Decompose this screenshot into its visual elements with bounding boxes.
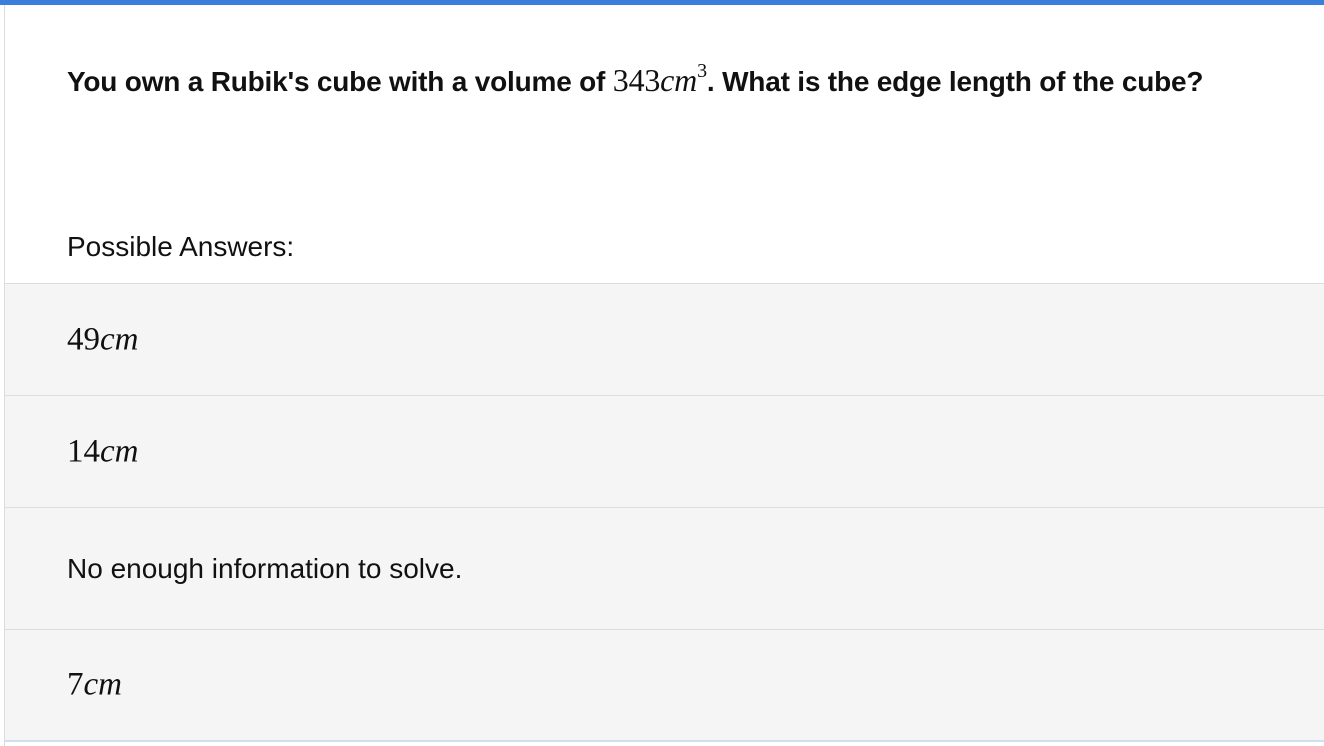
answer-option-1[interactable]: 49cm [5, 283, 1324, 395]
answer-option-3[interactable]: No enough information to solve. [5, 507, 1324, 629]
volume-exponent: 3 [697, 60, 707, 82]
possible-answers-label: Possible Answers: [67, 231, 295, 262]
answer-number: 14 [67, 433, 100, 469]
answer-option-label: No enough information to solve. [67, 552, 463, 584]
question-prefix: You own a Rubik's cube with a volume of [67, 66, 613, 97]
answer-option-label: 14cm [67, 433, 138, 470]
answer-unit: cm [100, 433, 139, 469]
answer-unit: cm [100, 321, 139, 357]
question-text: You own a Rubik's cube with a volume of … [67, 60, 1204, 100]
answer-option-label: 7cm [67, 667, 122, 704]
volume-number: 343 [612, 62, 661, 98]
answer-number: 49 [67, 321, 100, 357]
answer-option-4[interactable]: 7cm [5, 629, 1324, 742]
answer-option-2[interactable]: 14cm [5, 395, 1324, 507]
question-suffix: . What is the edge length of the cube? [706, 66, 1204, 97]
volume-unit: cm [660, 62, 698, 98]
answer-list: 49cm 14cm No enough information to solve… [5, 283, 1324, 742]
question-card: You own a Rubik's cube with a volume of … [4, 5, 1324, 746]
answer-number: 7 [67, 666, 84, 703]
question-math: 343cm3 [612, 60, 707, 98]
answer-option-label: 49cm [67, 321, 138, 358]
answer-unit: cm [83, 666, 122, 703]
